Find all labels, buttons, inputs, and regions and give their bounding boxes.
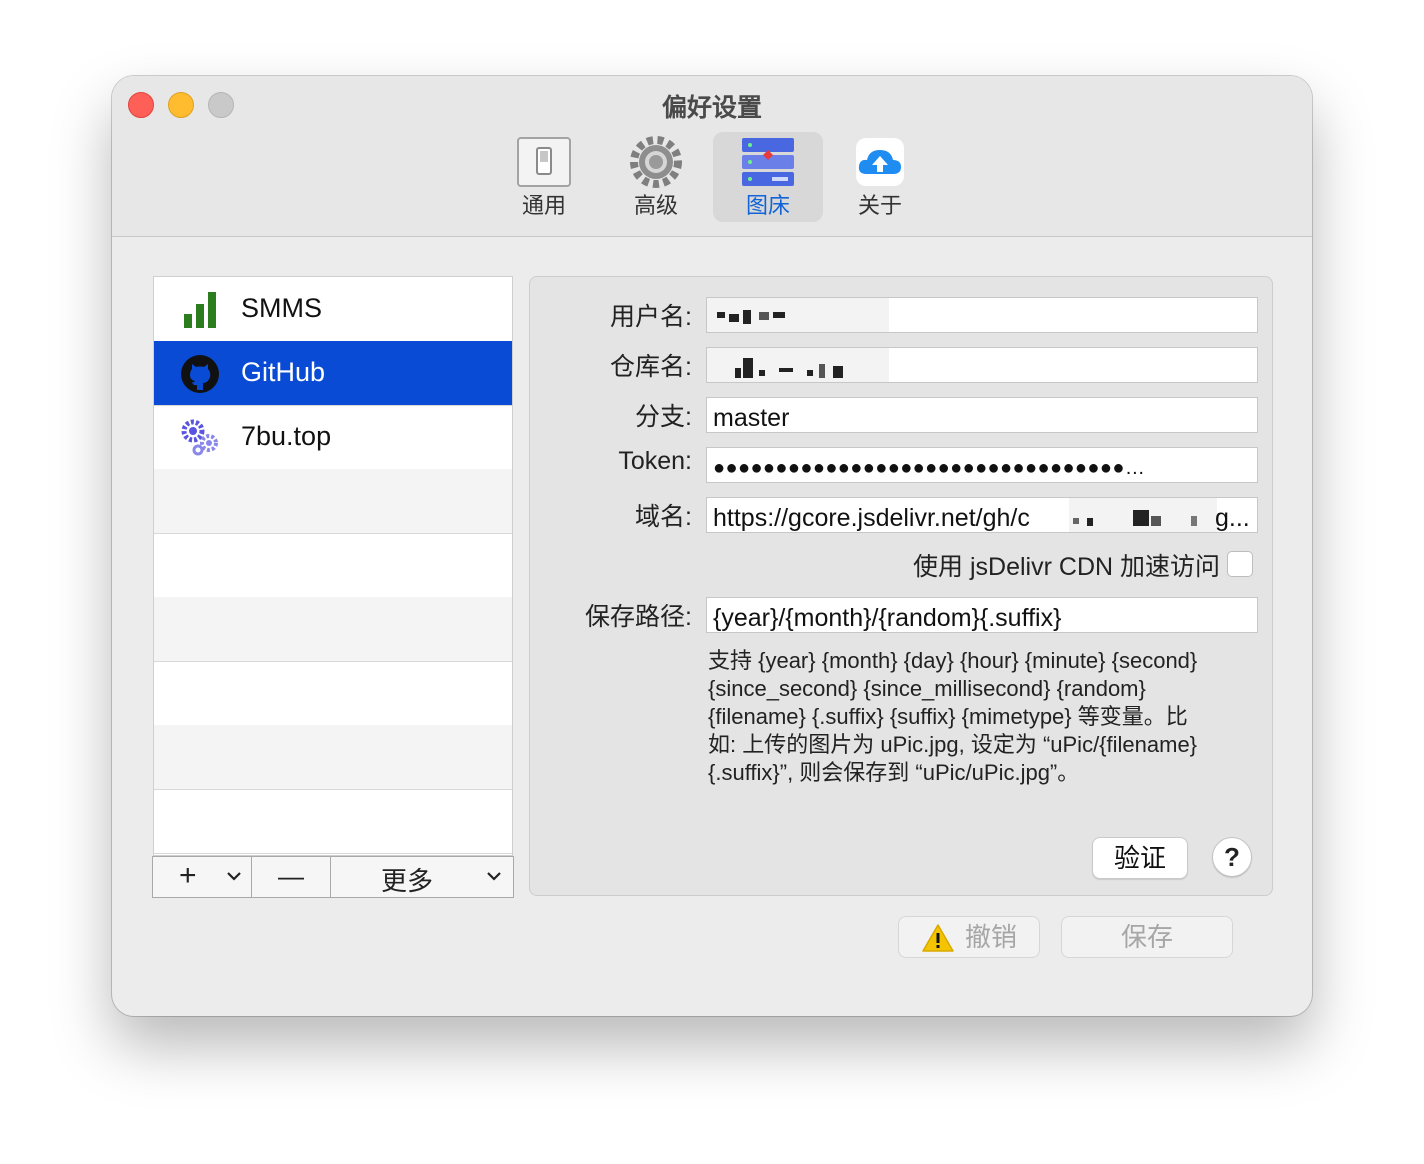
save-path-help-text: 支持 {year} {month} {day} {hour} {minute} … (708, 648, 1198, 785)
list-item-github[interactable]: GitHub (154, 341, 512, 406)
list-item-label: SMMS (241, 293, 322, 323)
github-settings-panel: 用户名: 仓库名: 分支: master Token: ●●●●●●●●●●●●… (529, 276, 1273, 896)
tab-about[interactable]: 关于 (825, 132, 935, 222)
github-icon (181, 355, 219, 393)
username-field[interactable] (706, 297, 1258, 333)
list-item-empty (154, 469, 512, 534)
save-path-field[interactable]: {year}/{month}/{random}{.suffix} (706, 597, 1258, 633)
add-host-button[interactable]: + (153, 857, 252, 897)
list-item-empty (154, 789, 512, 854)
tab-general[interactable]: 通用 (489, 132, 599, 222)
tab-about-label: 关于 (857, 193, 902, 218)
signal-bars-icon (184, 292, 216, 328)
cloud-upload-icon (856, 138, 904, 186)
more-button[interactable]: 更多 (331, 857, 511, 897)
warning-icon (922, 924, 954, 952)
tab-advanced-label: 高级 (633, 193, 678, 218)
repo-label: 仓库名: (610, 353, 692, 381)
tab-image-host[interactable]: 图床 (713, 132, 823, 222)
list-item-empty (154, 533, 512, 598)
host-list: SMMS GitHub 7bu.top (153, 276, 513, 856)
domain-value-tail: g... (1215, 504, 1250, 532)
repo-field[interactable] (706, 347, 1258, 383)
revert-button[interactable]: 撤销 (898, 916, 1040, 958)
list-item-empty (154, 661, 512, 726)
switch-icon (517, 137, 571, 187)
verify-button[interactable]: 验证 (1092, 837, 1188, 879)
titlebar: 偏好设置 通用 高级 图床 关于 (112, 76, 1312, 237)
gears-icon (181, 419, 218, 456)
list-item-empty (154, 597, 512, 662)
window-title: 偏好设置 (661, 94, 762, 122)
save-path-label: 保存路径: (585, 603, 692, 631)
help-button[interactable]: ? (1212, 837, 1252, 877)
chevron-down-icon (487, 872, 501, 881)
list-item-label: GitHub (241, 357, 326, 387)
list-item-smms[interactable]: SMMS (154, 277, 512, 342)
branch-field[interactable]: master (706, 397, 1258, 433)
gear-icon (630, 136, 682, 188)
more-label: 更多 (381, 866, 434, 896)
username-label: 用户名: (610, 303, 692, 331)
domain-value: https://gcore.jsdelivr.net/gh/c (713, 504, 1030, 532)
revert-label: 撤销 (965, 922, 1018, 952)
add-icon: + (179, 859, 197, 892)
domain-field[interactable]: https://gcore.jsdelivr.net/gh/c g... (706, 497, 1258, 533)
cdn-checkbox-label: 使用 jsDelivr CDN 加速访问 (913, 553, 1220, 581)
list-item-label: 7bu.top (241, 421, 332, 451)
token-field[interactable]: ●●●●●●●●●●●●●●●●●●●●●●●●●●●●●●●●●… (706, 447, 1258, 483)
list-item-empty (154, 725, 512, 790)
minus-icon: — (278, 861, 304, 891)
domain-label: 域名: (635, 503, 692, 531)
preferences-window: 偏好设置 通用 高级 图床 关于 SMMS GitHub 7bu.top + —… (112, 76, 1312, 1016)
tab-advanced[interactable]: 高级 (601, 132, 711, 222)
list-controls: + — 更多 (152, 856, 514, 898)
cdn-checkbox[interactable] (1227, 551, 1253, 577)
chevron-down-icon (227, 872, 241, 881)
tab-general-label: 通用 (521, 193, 566, 218)
tab-image-host-label: 图床 (745, 193, 790, 218)
token-label: Token: (618, 447, 692, 475)
branch-label: 分支: (635, 403, 692, 431)
remove-host-button[interactable]: — (252, 857, 331, 897)
list-item-7bu[interactable]: 7bu.top (154, 405, 512, 470)
server-icon (742, 138, 794, 186)
save-button[interactable]: 保存 (1061, 916, 1233, 958)
